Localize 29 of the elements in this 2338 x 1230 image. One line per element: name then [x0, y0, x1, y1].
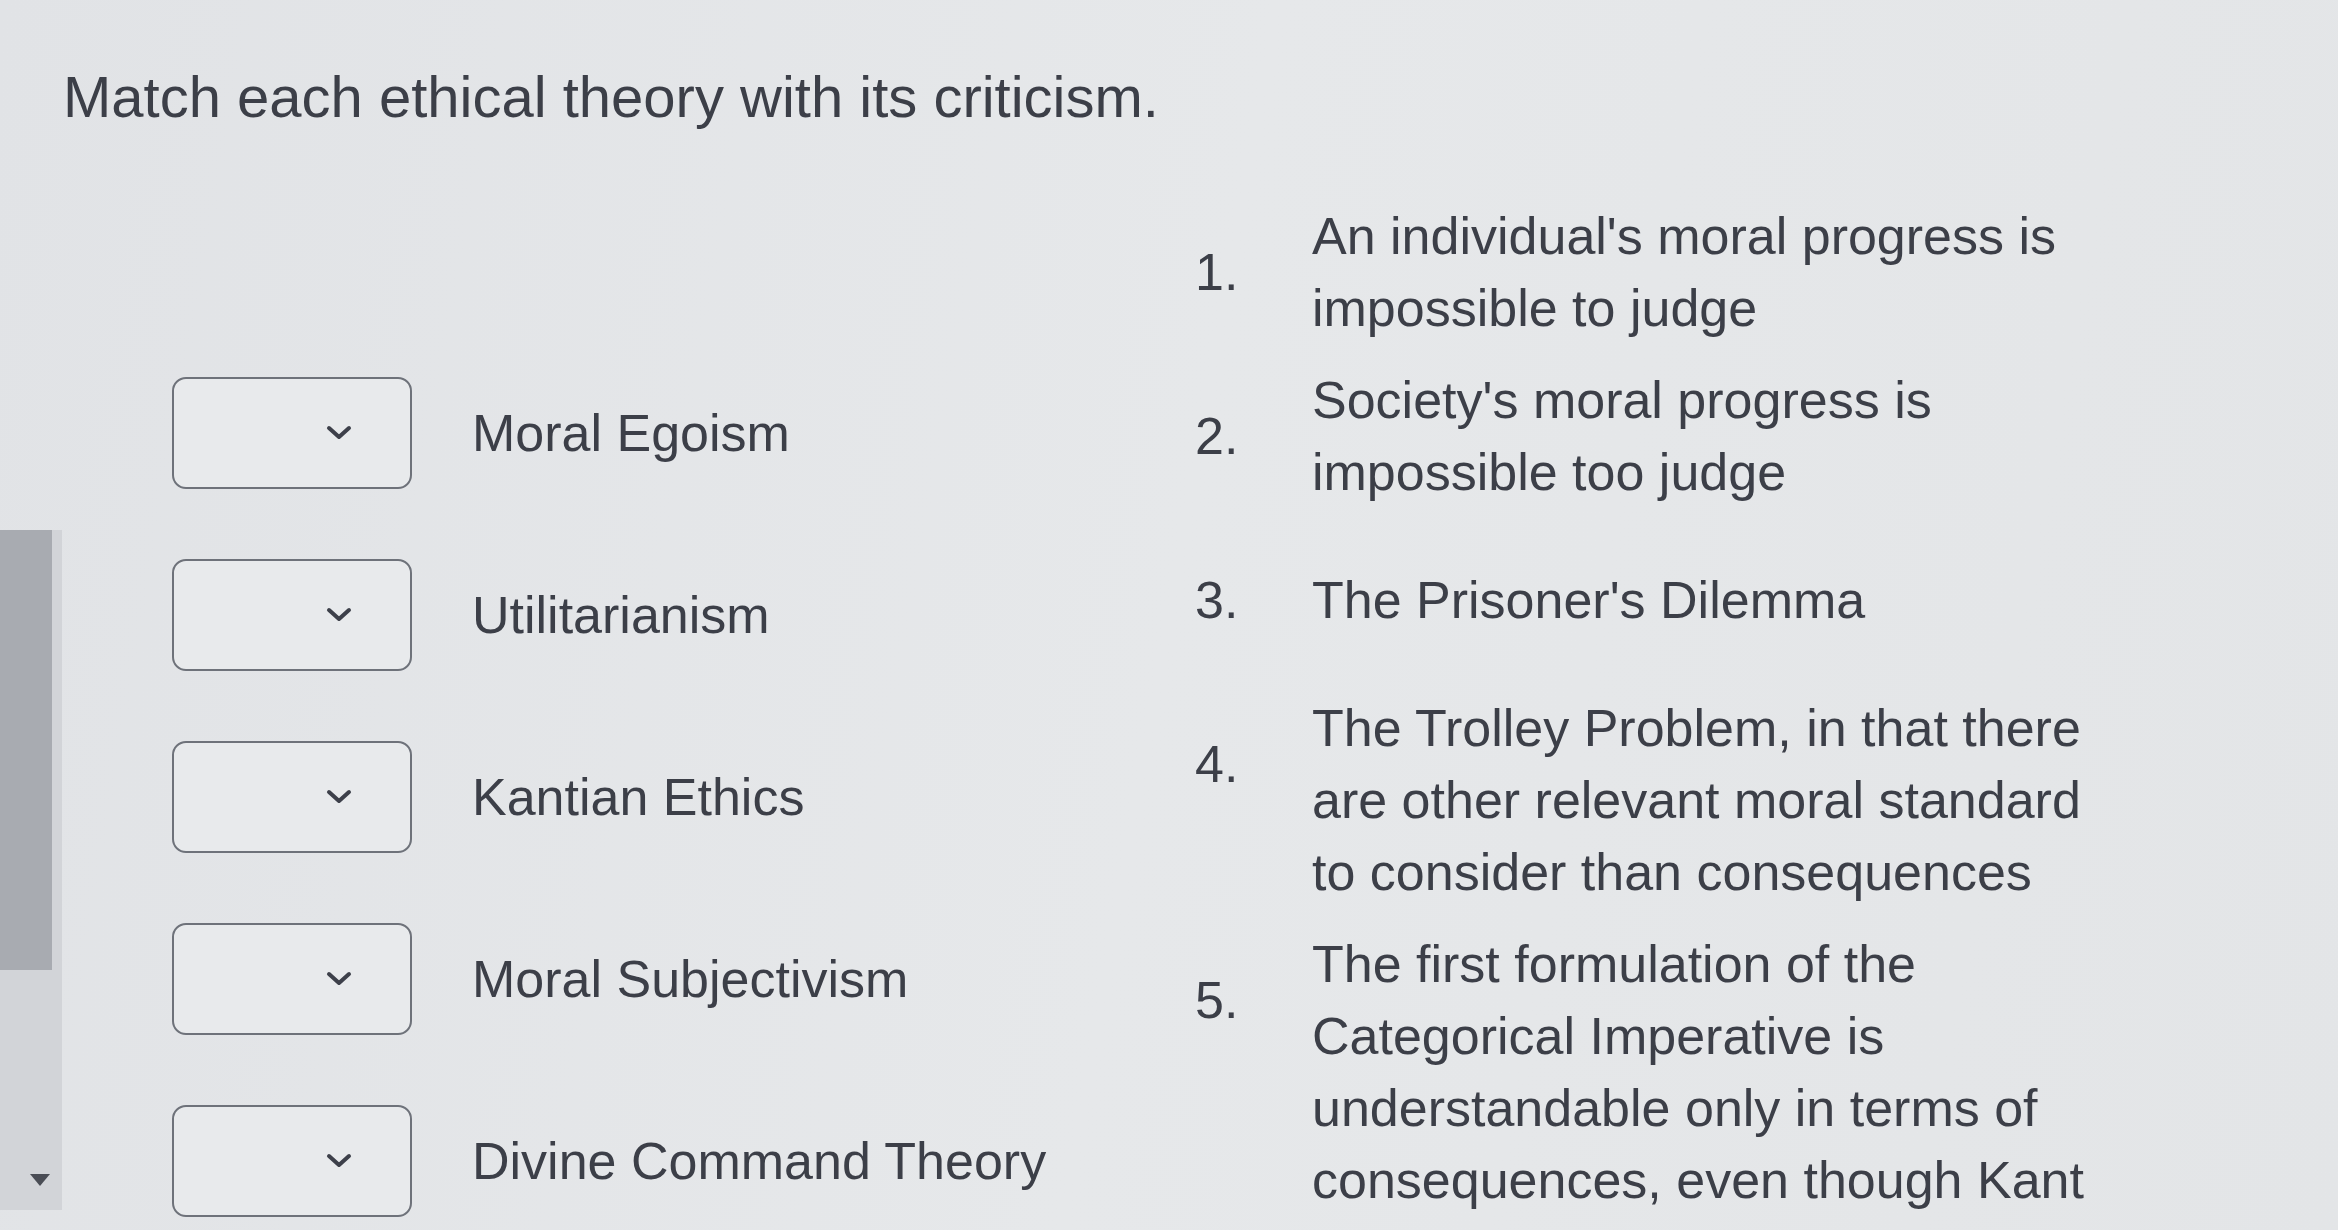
criticism-number: 2. — [1195, 406, 1239, 467]
criticism-text: The Trolley Problem, in that there are other relevant moral standard to consider than consequences — [1312, 698, 2082, 903]
criticism-text: The Prisoner's Dilemma — [1312, 570, 1867, 631]
question-prompt: Match each ethical theory with its criticism. — [63, 63, 1160, 131]
chevron-down-icon — [326, 425, 352, 441]
criticism-number: 3. — [1195, 570, 1239, 631]
answer-dropdown[interactable] — [172, 1105, 412, 1217]
chevron-down-icon — [326, 789, 352, 805]
criticism-number: 1. — [1195, 242, 1239, 303]
criticism-number: 4. — [1195, 734, 1239, 795]
answer-dropdown[interactable] — [172, 559, 412, 671]
answer-dropdown[interactable] — [172, 377, 412, 489]
chevron-down-icon — [326, 1153, 352, 1169]
criticism-text: Society's moral progress is impossible too judge — [1312, 370, 1933, 503]
scrollbar-thumb[interactable] — [0, 530, 52, 970]
theory-label: Utilitarianism — [472, 585, 770, 646]
chevron-down-icon — [326, 971, 352, 987]
criticism-text: The first formulation of the Categorical Imperative is understandable only in terms of consequences, even though Kant — [1312, 934, 2085, 1211]
theory-label: Moral Egoism — [472, 403, 790, 464]
criticism-number: 5. — [1195, 970, 1239, 1031]
answer-dropdown[interactable] — [172, 741, 412, 853]
answer-dropdown[interactable] — [172, 923, 412, 1035]
criticism-text: An individual's moral progress is impossible to judge — [1312, 206, 2058, 339]
scrollbar-track[interactable] — [0, 530, 62, 1210]
theory-label: Divine Command Theory — [472, 1131, 1047, 1192]
theory-label: Kantian Ethics — [472, 767, 805, 828]
chevron-down-icon — [326, 607, 352, 623]
scroll-down-icon[interactable] — [30, 1174, 50, 1186]
theory-label: Moral Subjectivism — [472, 949, 909, 1010]
